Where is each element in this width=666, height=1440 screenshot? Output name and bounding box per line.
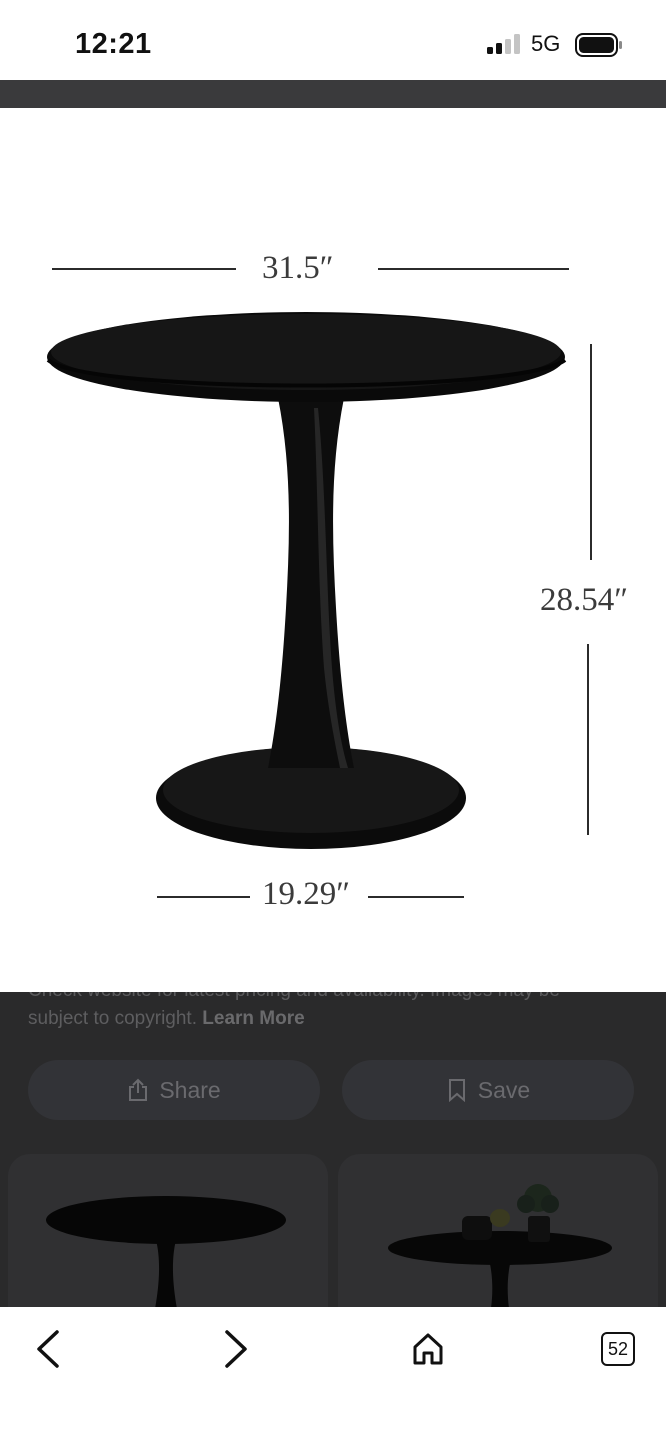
- related-table-thumbnail: [46, 1196, 286, 1307]
- overlay-top-strip: [0, 80, 666, 108]
- home-icon: [413, 1333, 443, 1365]
- related-table-with-plant-thumbnail: [388, 1184, 612, 1307]
- tabs-button[interactable]: 52: [588, 1319, 648, 1379]
- bookmark-icon: [448, 1079, 465, 1102]
- battery-icon: [575, 33, 622, 57]
- disclaimer-line-2: subject to copyright. Learn More: [28, 1008, 305, 1030]
- related-image-card[interactable]: [8, 1154, 328, 1307]
- signal-icon: [487, 34, 520, 54]
- network-type: 5G: [531, 31, 561, 56]
- related-image-card[interactable]: [338, 1154, 658, 1307]
- status-time: 12:21: [75, 28, 152, 60]
- chevron-left-icon: [37, 1330, 59, 1368]
- base-dimension-label: 19.29″: [262, 876, 350, 912]
- chevron-right-icon: [225, 1330, 247, 1368]
- save-label: Save: [477, 1076, 531, 1103]
- home-button[interactable]: [398, 1319, 458, 1379]
- back-button[interactable]: [18, 1319, 78, 1379]
- disclaimer-line-1: Check website for latest pricing and ava…: [28, 992, 560, 1002]
- share-button[interactable]: Share: [28, 1060, 320, 1120]
- share-label: Share: [159, 1076, 221, 1103]
- width-dimension-label: 31.5″: [262, 250, 334, 286]
- browser-toolbar: 52: [0, 1307, 666, 1440]
- dimmed-details-panel: Check website for latest pricing and ava…: [0, 992, 666, 1307]
- disclaimer-text: subject to copyright.: [28, 1008, 197, 1029]
- share-icon: [129, 1078, 148, 1101]
- product-image-viewer[interactable]: 31.5″ 28.54″ 19.29″: [0, 108, 666, 992]
- tab-count: 52: [601, 1332, 635, 1366]
- learn-more-link[interactable]: Learn More: [202, 1008, 304, 1029]
- table-illustration: [46, 268, 592, 898]
- status-bar: 12:21 5G: [0, 0, 666, 80]
- height-dimension-label: 28.54″: [540, 582, 628, 618]
- save-button[interactable]: Save: [342, 1060, 634, 1120]
- forward-button[interactable]: [206, 1319, 266, 1379]
